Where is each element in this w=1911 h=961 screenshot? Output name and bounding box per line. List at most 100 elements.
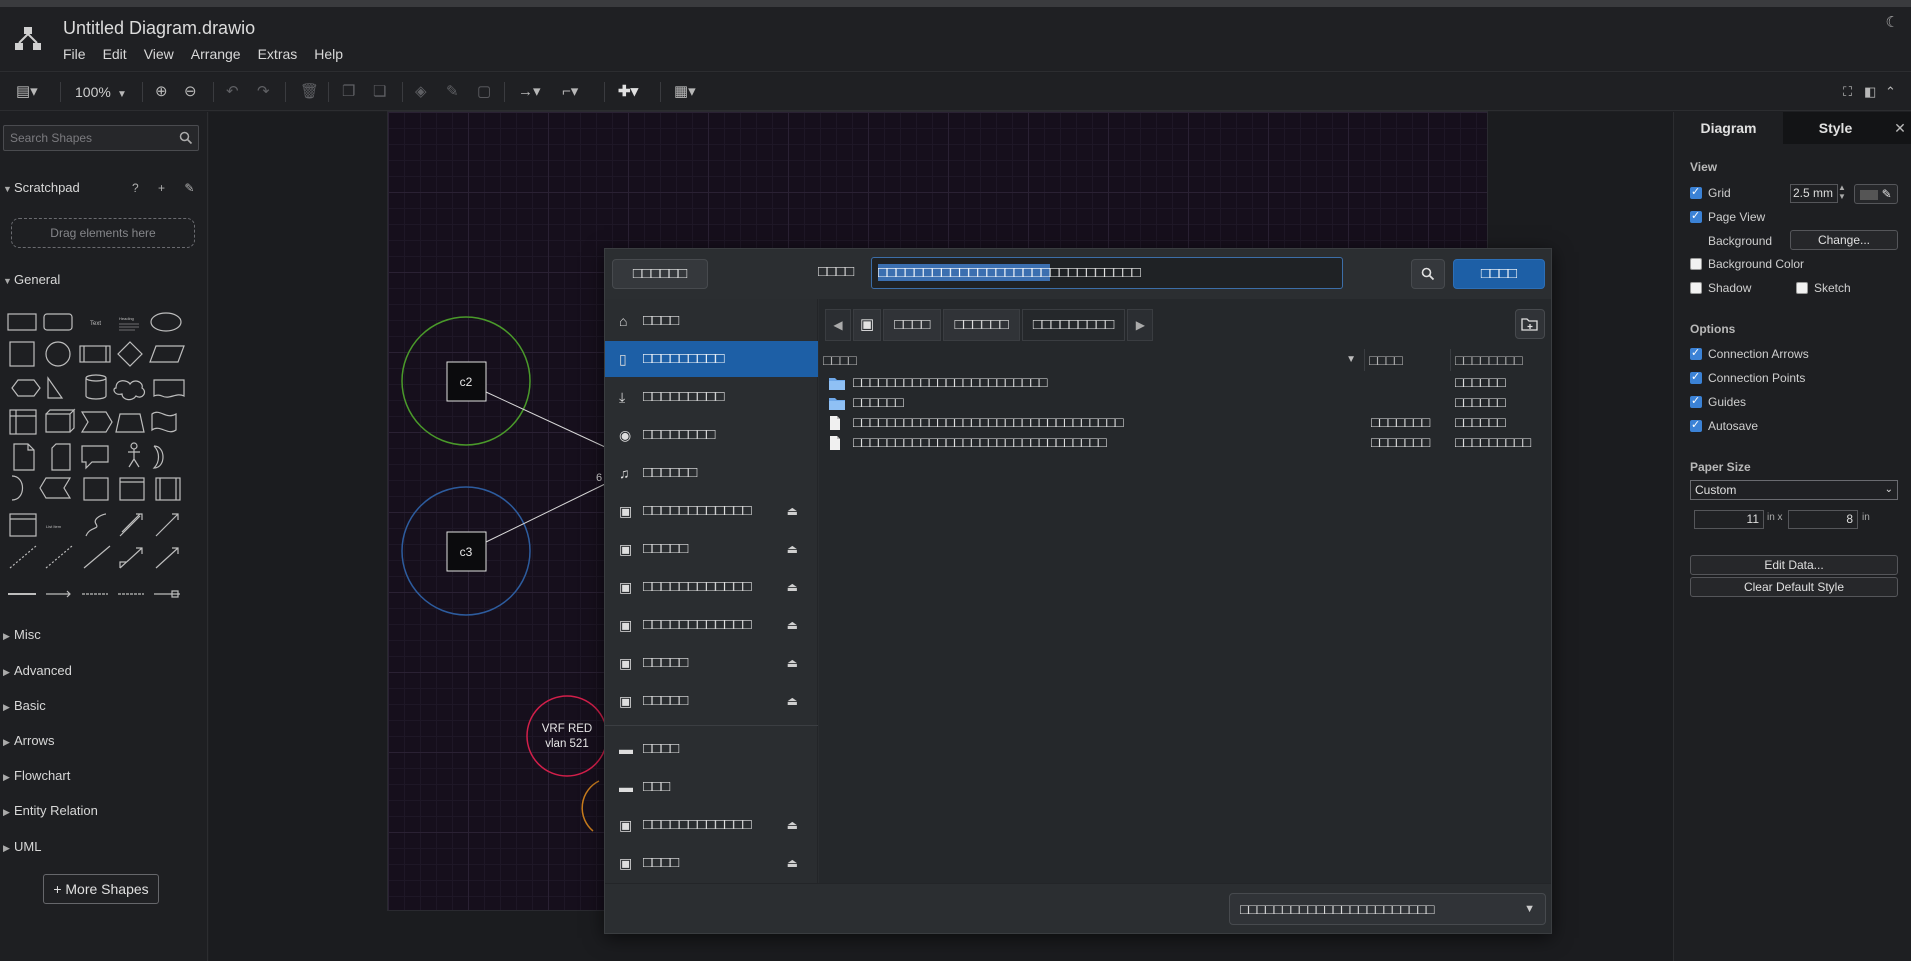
- to-front-icon[interactable]: ❐: [342, 83, 355, 101]
- cancel-button[interactable]: □□□□□□: [612, 259, 708, 289]
- file-row[interactable]: □□□□□□ □□□□□□: [819, 393, 1551, 413]
- crumb-2[interactable]: □□□□□□: [943, 309, 1020, 341]
- section-arrows[interactable]: ▶ Arrows: [0, 733, 208, 748]
- zoom-level[interactable]: 100%: [75, 84, 111, 100]
- crumb-1[interactable]: □□□□: [883, 309, 942, 341]
- section-general[interactable]: ▼ General: [0, 272, 208, 287]
- path-back-icon[interactable]: ◀: [825, 309, 851, 341]
- menu-help[interactable]: Help: [314, 46, 343, 62]
- eject-icon[interactable]: ⏏: [787, 531, 798, 567]
- zoom-dropdown-icon[interactable]: ▼: [117, 86, 127, 104]
- shadow-checkbox[interactable]: [1690, 282, 1702, 294]
- general-shapes-grid[interactable]: Text Heading List Item: [4, 306, 204, 606]
- section-uml[interactable]: ▶ UML: [0, 839, 208, 854]
- place-item[interactable]: ▣ □□□□□□□□□□□□ ⏏: [605, 607, 818, 643]
- delete-icon[interactable]: 🗑: [300, 83, 319, 101]
- file-row[interactable]: □□□□□□□□□□□□□□□□□□□□□□□ □□□□□□: [819, 373, 1551, 393]
- connection-arrows-checkbox[interactable]: [1690, 346, 1702, 360]
- vrf-red-ring[interactable]: [526, 695, 608, 777]
- change-background-button[interactable]: Change...: [1790, 230, 1898, 250]
- drive-icon[interactable]: ▣: [853, 309, 882, 341]
- eject-icon[interactable]: ⏏: [787, 645, 798, 681]
- document-title[interactable]: Untitled Diagram.drawio: [63, 18, 255, 39]
- search-button[interactable]: [1411, 259, 1445, 289]
- guides-checkbox[interactable]: [1690, 394, 1702, 408]
- undo-icon[interactable]: ↶: [226, 83, 239, 101]
- dark-mode-moon-icon[interactable]: ☾: [1886, 13, 1899, 31]
- scratchpad-dropzone[interactable]: Drag elements here: [11, 218, 195, 248]
- place-item[interactable]: ▣ □□□□□□□□□□□□ ⏏: [605, 569, 818, 605]
- place-item[interactable]: ▣ □□□□□ ⏏: [605, 645, 818, 681]
- file-row[interactable]: □□□□□□□□□□□□□□□□□□□□□□□□□□□□□□□□□□□□□□□□…: [819, 413, 1551, 433]
- to-back-icon[interactable]: ❏: [373, 83, 386, 101]
- format-panel-toggle-icon[interactable]: ◧: [1864, 83, 1876, 101]
- menu-edit[interactable]: Edit: [103, 46, 127, 62]
- section-basic[interactable]: ▶ Basic: [0, 698, 208, 713]
- grid-color-picker[interactable]: ✎: [1854, 184, 1898, 204]
- place-item[interactable]: ◉ □□□□□□□□: [605, 417, 818, 453]
- eject-icon[interactable]: ⏏: [787, 569, 798, 605]
- connection-style-icon[interactable]: →▾: [518, 83, 541, 101]
- clear-default-style-button[interactable]: Clear Default Style: [1690, 577, 1898, 597]
- path-forward-icon[interactable]: ▶: [1127, 309, 1154, 341]
- background-color-checkbox[interactable]: [1690, 258, 1702, 270]
- sketch-checkbox[interactable]: [1796, 282, 1808, 294]
- section-flowchart[interactable]: ▶ Flowchart: [0, 768, 208, 783]
- edge-c3[interactable]: [485, 483, 606, 543]
- device-item[interactable]: ▣ □□□□□□□□□□□□ ⏏: [605, 807, 818, 843]
- eject-icon[interactable]: ⏏: [787, 845, 798, 881]
- waypoints-icon[interactable]: ⌐▾: [562, 83, 578, 101]
- page-view-checkbox[interactable]: [1690, 209, 1702, 223]
- menu-extras[interactable]: Extras: [258, 46, 298, 62]
- grid-size-input[interactable]: 2.5 mm: [1790, 184, 1838, 203]
- edge-c2[interactable]: [485, 391, 606, 448]
- eject-icon[interactable]: ⏏: [787, 493, 798, 529]
- file-row[interactable]: □□□□□□□□□□□□□□□□□□□□□□□□□□□□□□□□□□□□□□□□…: [819, 433, 1551, 453]
- file-type-filter[interactable]: □□□□□□□□□□□□□□□□□□□□□□□ ▼: [1229, 893, 1546, 925]
- tab-diagram[interactable]: Diagram: [1674, 112, 1783, 144]
- section-advanced[interactable]: ▶ Advanced: [0, 663, 208, 678]
- panel-layout-icon[interactable]: ▤▾: [16, 83, 38, 101]
- shadow-icon[interactable]: ▢: [477, 83, 491, 101]
- paper-width-input[interactable]: 11: [1694, 510, 1764, 529]
- connection-points-checkbox[interactable]: [1690, 370, 1702, 384]
- eject-icon[interactable]: ⏏: [787, 807, 798, 843]
- device-item[interactable]: ▬ □□□: [605, 769, 818, 805]
- autosave-checkbox[interactable]: [1690, 418, 1702, 432]
- close-panel-icon[interactable]: ✕: [1888, 112, 1911, 144]
- crumb-current[interactable]: □□□□□□□□□: [1021, 309, 1126, 341]
- place-item[interactable]: ▯ □□□□□□□□□: [605, 341, 818, 377]
- grid-checkbox[interactable]: [1690, 185, 1702, 199]
- insert-plus-icon[interactable]: ✚▾: [618, 83, 638, 101]
- zoom-out-icon[interactable]: ⊖: [184, 83, 197, 101]
- column-size[interactable]: □□□□: [1365, 349, 1451, 371]
- line-color-icon[interactable]: ✎: [446, 83, 459, 101]
- grid-stepper-icon[interactable]: ▲ ▼: [1838, 183, 1846, 201]
- collapse-chevron-icon[interactable]: ⌃: [1885, 83, 1896, 101]
- orange-ring-partial[interactable]: [581, 780, 600, 832]
- save-button[interactable]: □□□□: [1453, 259, 1545, 289]
- column-modified[interactable]: □□□□□□□□: [1451, 349, 1551, 371]
- section-entity-relation[interactable]: ▶ Entity Relation: [0, 803, 208, 818]
- place-item[interactable]: ▣ □□□□□ ⏏: [605, 531, 818, 567]
- new-folder-button[interactable]: [1515, 309, 1545, 339]
- redo-icon[interactable]: ↷: [257, 83, 270, 101]
- place-item[interactable]: ⤓ □□□□□□□□□: [605, 379, 818, 415]
- fullscreen-icon[interactable]: ⛶: [1843, 83, 1852, 101]
- place-item[interactable]: ▣ □□□□□ ⏏: [605, 683, 818, 719]
- section-misc[interactable]: ▶ Misc: [0, 627, 208, 642]
- menu-file[interactable]: File: [63, 46, 86, 62]
- table-icon[interactable]: ▦▾: [674, 83, 696, 101]
- tab-style[interactable]: Style: [1783, 112, 1888, 144]
- place-item[interactable]: ⌂ □□□□: [605, 303, 818, 339]
- more-shapes-button[interactable]: + More Shapes: [43, 874, 159, 904]
- menu-arrange[interactable]: Arrange: [191, 46, 241, 62]
- search-icon[interactable]: [179, 131, 193, 145]
- device-item[interactable]: ▬ □□□□: [605, 731, 818, 767]
- search-shapes-input[interactable]: [4, 126, 174, 150]
- column-name[interactable]: □□□□ ▼: [819, 349, 1365, 371]
- menu-view[interactable]: View: [144, 46, 174, 62]
- zoom-in-icon[interactable]: ⊕: [155, 83, 168, 101]
- eject-icon[interactable]: ⏏: [787, 607, 798, 643]
- eject-icon[interactable]: ⏏: [787, 683, 798, 719]
